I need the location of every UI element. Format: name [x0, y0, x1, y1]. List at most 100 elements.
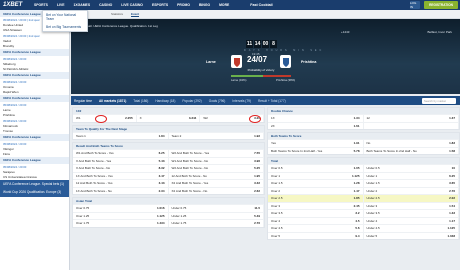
market-row: Over 1.75 1.434 Under 1.75 2.76	[73, 219, 264, 227]
fast-cocktail-link[interactable]: Fast Cocktail	[250, 3, 272, 7]
outcome-label: Over 3	[271, 203, 281, 208]
left-sidebar: UEFA Conference League 05/08/2024 / 20:00…	[0, 10, 70, 270]
outcome-label: Over 5	[271, 233, 281, 238]
nav-item-1xgames[interactable]: 1XGAMES	[74, 3, 91, 7]
market-row: Team 1 1.84 Team 2 1.92	[73, 131, 264, 139]
outcome-label: W2 And Both To Score - No	[171, 166, 209, 171]
market-tab[interactable]: Intervals (79)	[232, 99, 251, 103]
market-tab[interactable]: All markets (1871)	[99, 99, 126, 103]
market-tab[interactable]: Result + Total (177)	[258, 99, 286, 103]
odds-cell[interactable]: 1X And Both To Score - No 2.34	[73, 187, 169, 194]
market-search-input[interactable]: Search by market	[422, 97, 456, 104]
nav-item-promo[interactable]: PROMO	[177, 3, 190, 7]
highlight-circle	[249, 114, 261, 123]
outcome-label: X2 And Both To Score - Yes	[171, 181, 209, 186]
outcome-label: 1X And Both To Score - No	[76, 188, 112, 193]
outcome-label: Under 5	[366, 233, 378, 238]
market-row: Over 0.5 1.05 Under 0.5 10	[268, 164, 459, 172]
market-panel: Team To Qualify For The Next Stage Team 1…	[72, 124, 265, 140]
nav-item-bingo[interactable]: BINGO	[199, 3, 210, 7]
sidebar-league-header[interactable]: UEFA Conference League	[0, 71, 69, 79]
nav-item-live-casino[interactable]: LIVE CASINO	[121, 3, 143, 7]
odds-cell[interactable]: Both Teams To Score In 2nd Half - Yes 5.7…	[268, 147, 364, 154]
market-row: Over 4.5 5.6 Under 4.5 1.125	[268, 224, 459, 232]
away-probability: Prishtina (38%)	[276, 78, 296, 82]
markets-count[interactable]: +1443	[341, 30, 349, 34]
odds-cell[interactable]: Both Teams To Score In 2nd Half - No 1.58	[364, 147, 459, 154]
sidebar-special-bets[interactable]: UEFA Conference League. Special bets (1)	[0, 179, 69, 189]
outcome-label: 1X And Both To Score - Yes	[76, 173, 113, 178]
odds-value: 5.6	[355, 226, 360, 231]
probability-bar	[231, 75, 291, 77]
outcome-label: Under 2.5	[366, 196, 380, 201]
market-panel: Result And Both Teams To Score W1 And Bot…	[72, 142, 265, 195]
outcome-label: X	[139, 116, 142, 121]
odds-value: 3.96	[254, 158, 260, 163]
outcome-label: Over 1.5	[271, 181, 283, 186]
odds-value: 1.92	[254, 133, 260, 138]
market-row: Over 5 9.4 Under 5 1.048	[268, 231, 459, 239]
odds-cell[interactable]: Over 1.75 1.434	[73, 220, 169, 227]
market-tab[interactable]: Goals (796)	[209, 99, 226, 103]
market-row: 12 And Both To Score - Yes 3.43 X2 And Bot…	[73, 179, 264, 187]
outcome-label: Under 0.75	[171, 206, 187, 211]
odds-cell[interactable]: 2X 1.61	[268, 122, 364, 129]
market-row: Yes 1.91 No 1.83	[268, 139, 459, 147]
market-panel: Both Teams To Score Yes 1.91 No 1.83 Both Tea…	[267, 132, 460, 155]
dropdown-item[interactable]: Bet on Your National Team	[43, 11, 87, 23]
odds-value: 1.84	[158, 133, 165, 138]
odds-cell[interactable]: Under 1.75 2.76	[169, 220, 264, 227]
outcome-label: Over 4.5	[271, 226, 283, 231]
market-tab[interactable]: Handicap (18)	[155, 99, 175, 103]
outcome-label: 12 And Both To Score - Yes	[76, 181, 113, 186]
market-tab[interactable]: Total (186)	[133, 99, 148, 103]
odds-value: 5.43	[158, 158, 165, 163]
nav-item-live[interactable]: LIVE	[57, 3, 65, 7]
odds-cell[interactable]: Team 1 1.84	[73, 132, 169, 139]
market-row: 2X 1.61	[268, 121, 459, 129]
nav-item-more[interactable]: MORE	[219, 3, 229, 7]
odds-cell[interactable]	[364, 122, 459, 129]
sidebar-league-header[interactable]: UEFA Conference League	[0, 94, 69, 102]
tab-statistics[interactable]: Statistics	[111, 12, 123, 16]
odds-value: 2.76	[254, 221, 260, 226]
logo[interactable]: 1XBET	[0, 2, 34, 8]
outcome-label: X And Both To Score - Yes	[76, 158, 112, 163]
odds-cell[interactable]: X 3.344	[137, 115, 201, 122]
countdown-timer: 11 14 00 8	[246, 40, 277, 48]
sidebar-league-header[interactable]: UEFA Conference League	[0, 156, 69, 164]
sidebar-world-cup[interactable]: World Cup 2026 Qualification. Europe (3)	[0, 188, 69, 197]
timer-digit: 14	[254, 40, 261, 48]
login-button[interactable]: LOG IN	[410, 1, 420, 9]
outcome-label: Under 1	[366, 173, 378, 178]
market-row: Over 1 1.125 Under 1 6.25	[268, 171, 459, 179]
sidebar-league-header[interactable]: UEFA Conference League	[0, 133, 69, 141]
odds-value: 3.65	[449, 181, 455, 186]
highlight-circle	[95, 114, 107, 123]
market-row: Over 2 1.47 Under 2 2.76	[268, 186, 459, 194]
markets-right-column: Double Chance 1X 1.34 12 1.37 2X 1.61 Both Tea…	[267, 107, 460, 242]
odds-value: 5.78	[353, 148, 360, 153]
odds-cell[interactable]: X2 And Both To Score - No 2.62	[169, 187, 264, 194]
odds-value: 2.255	[125, 116, 133, 121]
market-row: Over 3 2.45 Under 3 1.54	[268, 201, 459, 209]
outcome-label: Under 0.5	[366, 166, 380, 171]
nav-item-casino[interactable]: CASINO	[99, 3, 112, 7]
odds-value: 4.5	[355, 218, 360, 223]
nav-item-esports[interactable]: ESPORTS	[152, 3, 168, 7]
sidebar-league-header[interactable]: UEFA Conference League	[0, 48, 69, 56]
registration-button[interactable]: REGISTRATION	[424, 1, 458, 9]
odds-value: 1.125	[156, 213, 165, 218]
nav-item-sports[interactable]: SPORTS	[34, 3, 48, 7]
dropdown-item[interactable]: Bet on Big Tournaments	[43, 23, 87, 31]
match-subheader: Statistics Event	[71, 10, 460, 19]
market-tab[interactable]: Popular (292)	[182, 99, 201, 103]
odds-value: 2.45	[353, 203, 360, 208]
odds-cell[interactable]: Over 5 9.4	[268, 232, 364, 239]
probability-bar-fill	[231, 75, 263, 77]
regular-time-select[interactable]: Regular time	[71, 99, 99, 103]
sports-dropdown: Bet on Your National Team Bet on Big Tour…	[42, 10, 88, 32]
tab-event[interactable]: Event	[131, 12, 140, 17]
odds-cell[interactable]: Team 2 1.92	[169, 132, 264, 139]
odds-cell[interactable]: Under 5 1.048	[364, 232, 459, 239]
